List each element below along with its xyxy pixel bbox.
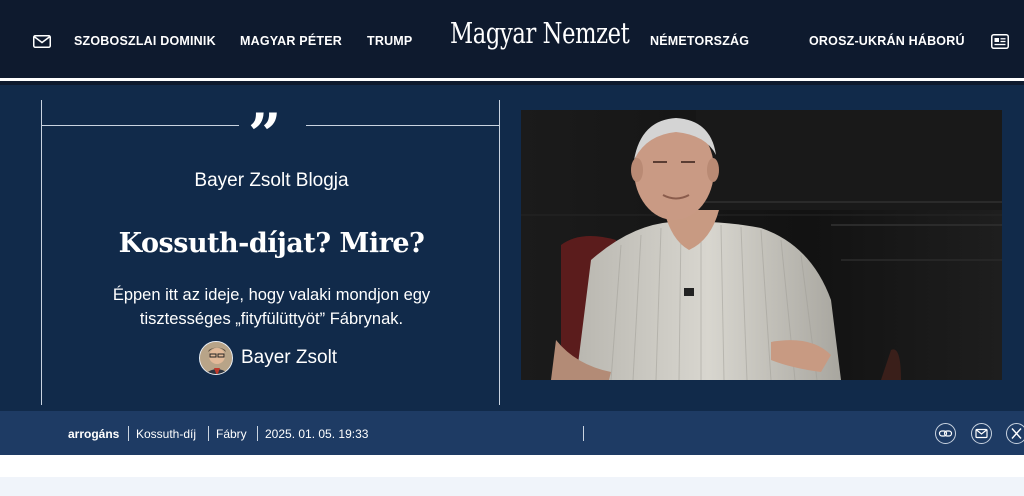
article-lead-line-1: Éppen itt az ideje, hogy valaki mondjon …: [112, 286, 431, 304]
meta-divider: [257, 426, 258, 441]
x-icon: [1011, 428, 1022, 439]
article-meta-bar: arrogáns Kossuth-díj Fábry 2025. 01. 05.…: [0, 411, 1024, 455]
publish-date: 2025. 01. 05. 19:33: [265, 427, 369, 441]
nav-item-trump[interactable]: TRUMP: [367, 34, 412, 48]
tag-fabry[interactable]: Fábry: [216, 427, 247, 441]
newspaper-icon[interactable]: [991, 34, 1009, 49]
frame-line-right: [306, 125, 499, 126]
meta-divider: [128, 426, 129, 441]
nav-item-magyar-peter[interactable]: MAGYAR PÉTER: [240, 34, 342, 48]
site-logo[interactable]: Magyar Nemzet: [450, 16, 630, 50]
author-avatar: [199, 341, 233, 375]
meta-divider: [208, 426, 209, 441]
nav-item-szoboszlai[interactable]: SZOBOSZLAI DOMINIK: [74, 34, 216, 48]
author-link[interactable]: Bayer Zsolt: [199, 340, 337, 376]
share-email-button[interactable]: [971, 423, 992, 444]
site-header: SZOBOSZLAI DOMINIK MAGYAR PÉTER TRUMP Ma…: [0, 0, 1024, 78]
quote-icon: ”: [248, 101, 282, 169]
article-hero: ” Bayer Zsolt Blogja Kossuth-díjat? Mire…: [0, 85, 1024, 411]
article-title: Kossuth-díjat? Mire?: [118, 228, 425, 259]
mail-icon[interactable]: [33, 35, 51, 48]
meta-divider: [583, 426, 584, 441]
email-icon: [975, 428, 988, 439]
content-strip: [0, 477, 1024, 496]
tag-arrogans[interactable]: arrogáns: [68, 427, 119, 441]
nav-item-nemetorszag[interactable]: NÉMETORSZÁG: [650, 34, 749, 48]
author-name: Bayer Zsolt: [241, 347, 338, 368]
share-x-button[interactable]: [1006, 423, 1024, 444]
article-lead: Éppen itt az ideje, hogy valaki mondjon …: [42, 283, 501, 331]
article-image[interactable]: [521, 110, 1002, 380]
blog-name[interactable]: Bayer Zsolt Blogja: [42, 170, 501, 192]
page-content-area: [0, 455, 1024, 496]
copy-link-button[interactable]: [935, 423, 956, 444]
nav-item-orosz-ukran-haboru[interactable]: OROSZ-UKRÁN HÁBORÚ: [809, 34, 965, 48]
tag-kossuth-dij[interactable]: Kossuth-díj: [136, 427, 196, 441]
article-text-frame: ” Bayer Zsolt Blogja Kossuth-díjat? Mire…: [41, 100, 500, 405]
frame-line-left: [42, 125, 239, 126]
article-lead-line-2: tisztességes „fityfülüttyöt” Fábrynak.: [139, 310, 404, 328]
link-icon: [938, 430, 953, 437]
